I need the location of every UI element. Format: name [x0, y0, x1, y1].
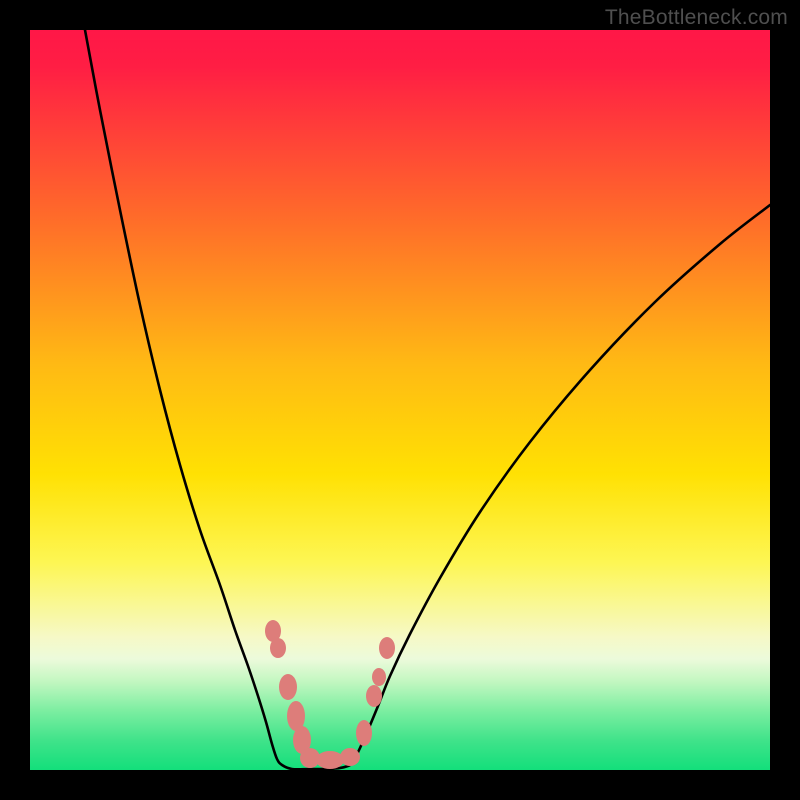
left-curve — [85, 30, 328, 769]
marker-bottom-b — [316, 751, 344, 769]
chart-frame: TheBottleneck.com — [0, 0, 800, 800]
marker-right-mid-b — [372, 668, 386, 686]
plot-area — [30, 30, 770, 770]
marker-left-top-b — [270, 638, 286, 658]
marker-bottom-c — [340, 748, 360, 766]
marker-right-low — [356, 720, 372, 746]
marker-group — [265, 620, 395, 769]
watermark-text: TheBottleneck.com — [605, 6, 788, 30]
curves-layer — [30, 30, 770, 770]
marker-right-mid-a — [366, 685, 382, 707]
marker-left-mid — [279, 674, 297, 700]
marker-right-top — [379, 637, 395, 659]
right-curve — [328, 205, 770, 769]
